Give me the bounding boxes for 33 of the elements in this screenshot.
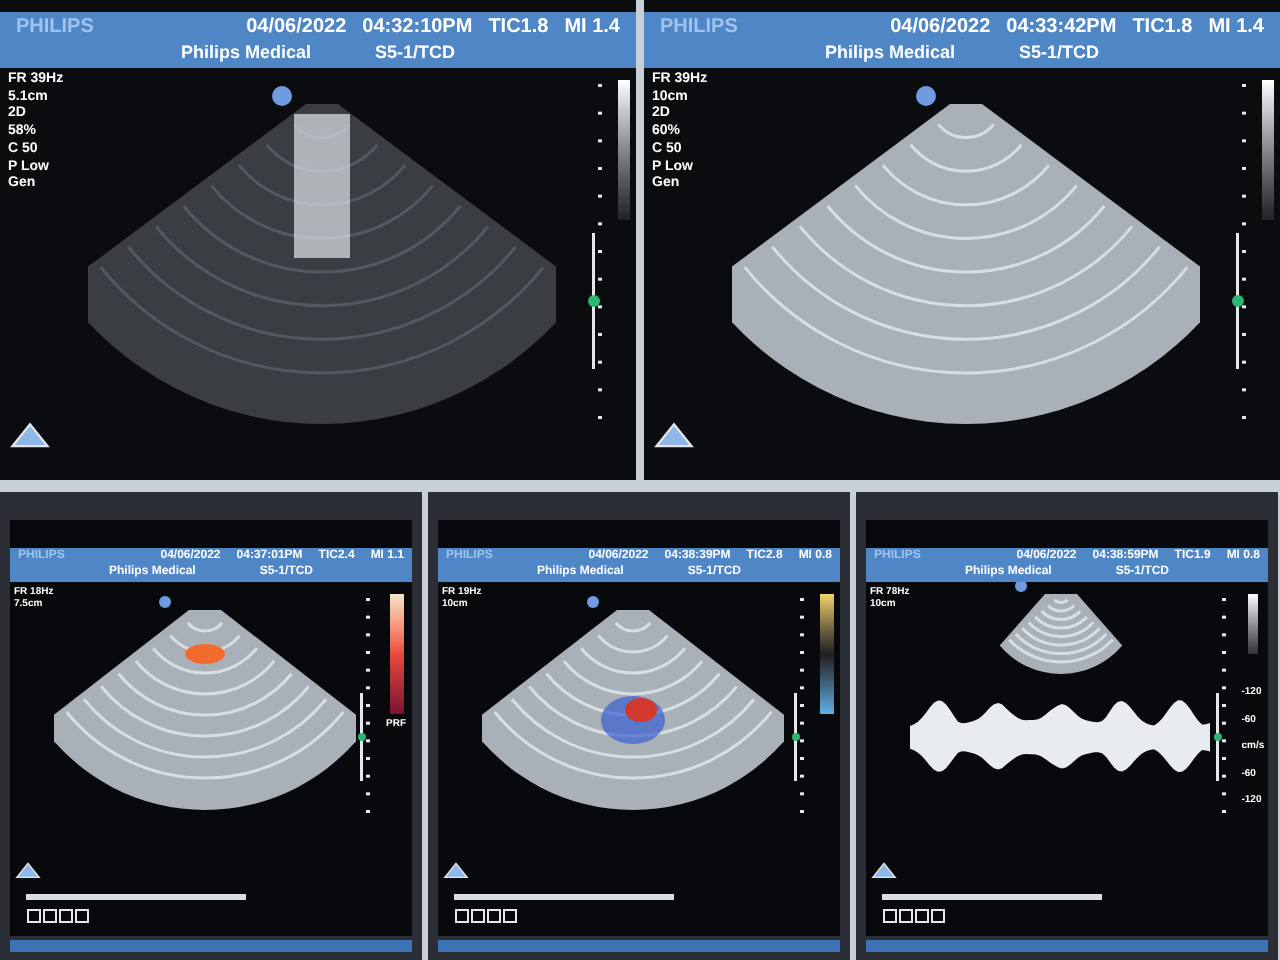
- brightness-scale-bar: [618, 79, 630, 220]
- probe-marker-icon: [158, 596, 171, 608]
- exam-date: 04/06/2022: [890, 16, 991, 41]
- brand-logo: PHILIPS: [16, 16, 94, 41]
- toolbar-icons-drawing: [882, 908, 950, 924]
- site-name: Philips Medical: [824, 41, 955, 64]
- probe-marker-icon: [272, 85, 292, 106]
- thermal-index: TIC1.8: [1132, 16, 1193, 41]
- exam-time: 04:33:42PM: [1006, 16, 1117, 41]
- brightness-scale-bar: [1262, 79, 1274, 220]
- brand-logo: PHILIPS: [660, 16, 738, 41]
- exam-date: 04/06/2022: [246, 16, 347, 41]
- probe-marker-icon: [1014, 582, 1027, 592]
- site-name: Philips Medical: [180, 41, 311, 64]
- mechanical-index: MI 1.4: [564, 16, 620, 41]
- probe-name: S5-1/TCD: [1019, 41, 1100, 64]
- color-map-bar: [389, 594, 403, 714]
- thermal-index: TIC1.8: [488, 16, 549, 41]
- color-map-bar: [820, 594, 834, 714]
- probe-marker-icon: [916, 85, 936, 106]
- probe-marker-icon: [586, 596, 599, 608]
- orientation-icon: [870, 861, 898, 879]
- probe-name: S5-1/TCD: [375, 41, 456, 64]
- brightness-scale-bar: [1247, 594, 1258, 654]
- orientation-icon: [8, 421, 52, 448]
- exam-time: 04:32:10PM: [362, 16, 473, 41]
- orientation-icon: [652, 421, 696, 448]
- toolbar-icons-drawing: [26, 908, 94, 924]
- orientation-icon: [442, 861, 470, 879]
- mechanical-index: MI 1.4: [1208, 16, 1264, 41]
- ultrasound-sector-drawing: [999, 594, 1122, 674]
- toolbar-icons-drawing: [454, 908, 522, 924]
- orientation-icon: [14, 861, 42, 879]
